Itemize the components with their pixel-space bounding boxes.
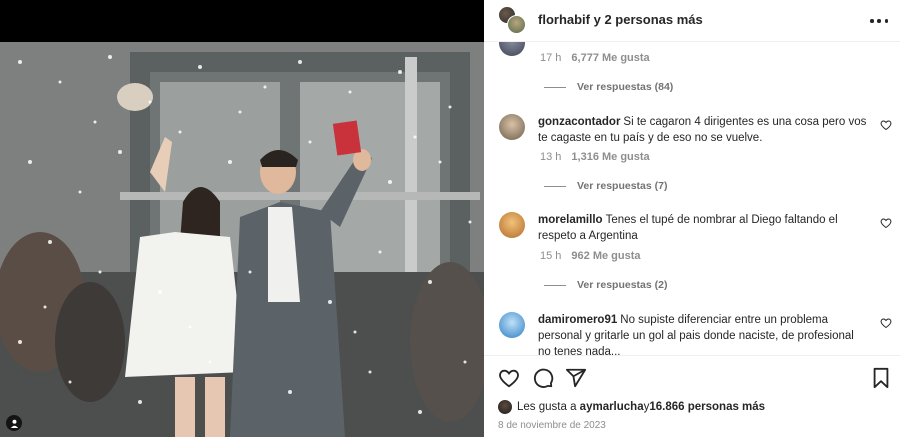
view-replies-button[interactable]: Ver respuestas (84) [544,81,673,93]
view-replies-button[interactable]: Ver respuestas (7) [544,180,667,192]
comment-likes[interactable]: 1,316 Me gusta [571,151,649,163]
divider [544,185,566,187]
avatar [498,400,512,414]
liked-count[interactable]: 16.866 personas más [649,401,765,413]
heart-icon[interactable] [498,367,520,389]
post-media [0,0,484,437]
comment-username[interactable]: gonzacontador [538,116,620,128]
divider [544,86,566,88]
liked-user[interactable]: aymarlucha [580,401,644,413]
view-replies-button[interactable]: Ver respuestas (2) [544,279,667,291]
post-header: florhabif y 2 personas más [484,0,900,42]
comment-meta: 17 h 6,777 Me gusta [540,52,650,64]
comment-time: 17 h [540,52,562,64]
comment-likes[interactable]: 6,777 Me gusta [571,52,649,64]
avatar [507,15,526,34]
comment-text: morelamillo Tenes el tupé de nombrar al D… [538,212,868,244]
heart-icon[interactable] [880,317,892,329]
comments-list[interactable]: 17 h 6,777 Me gusta Ver respuestas (84) g… [484,42,900,355]
divider [544,284,566,286]
comment-meta: 13 h 1,316 Me gusta [540,151,650,163]
more-options-icon[interactable] [870,12,888,30]
post-date[interactable]: 8 de noviembre de 2023 [498,420,606,431]
avatar[interactable] [499,312,525,338]
bookmark-icon[interactable] [870,367,892,389]
comment-username[interactable]: morelamillo [538,214,603,226]
comment-username[interactable]: damiromero91 [538,314,617,326]
comment-time: 13 h [540,151,562,163]
author-username[interactable]: florhabif [538,12,590,27]
comment-text: gonzacontador Si te cagaron 4 dirigentes … [538,114,868,146]
post-authors: florhabif y 2 personas más [538,12,703,27]
view-replies-label: Ver respuestas (84) [577,81,674,93]
wedding-photo-illustration [0,42,484,437]
comment-icon[interactable] [532,367,554,389]
comment-meta: 15 h 962 Me gusta [540,250,641,262]
post-actions-bar [484,355,900,397]
comment-likes[interactable]: 962 Me gusta [571,250,640,262]
liked-by: Les gusta a aymarlucha y 16.866 personas… [498,400,765,414]
author-others[interactable]: y 2 personas más [590,12,703,27]
tagged-users-icon[interactable] [6,415,22,431]
heart-icon[interactable] [880,119,892,131]
avatar[interactable] [499,114,525,140]
liked-prefix: Les gusta a [517,401,577,413]
avatar[interactable] [499,212,525,238]
post-side-panel: florhabif y 2 personas más 17 h 6,777 Me … [484,0,900,437]
view-replies-label: Ver respuestas (2) [577,279,668,291]
comment-text: damiromero91 No supiste diferenciar entre… [538,312,868,355]
collab-avatars[interactable] [498,6,526,34]
heart-icon[interactable] [880,217,892,229]
post-photo[interactable] [0,42,484,437]
view-replies-label: Ver respuestas (7) [577,180,668,192]
comment-time: 15 h [540,250,562,262]
share-icon[interactable] [565,367,587,389]
avatar [499,42,525,56]
